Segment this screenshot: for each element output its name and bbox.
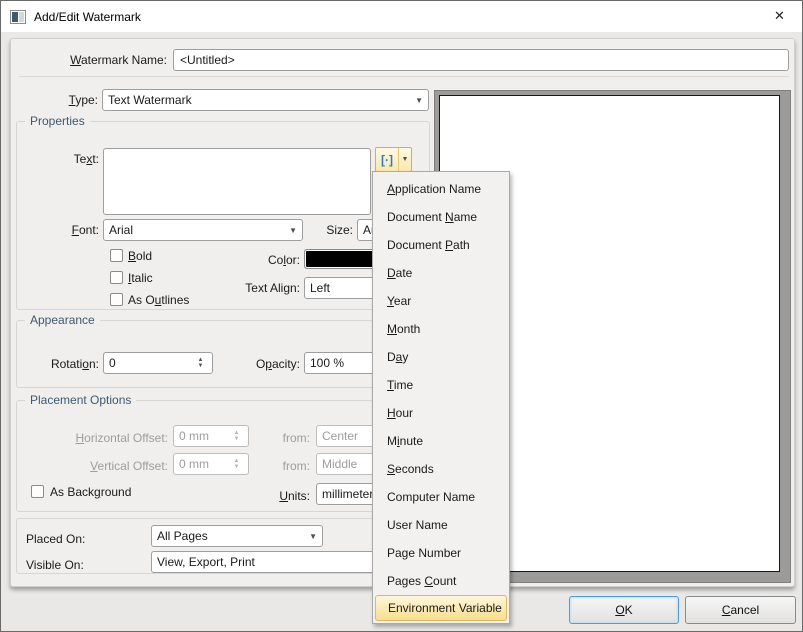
cancel-button[interactable]: Cancel [685,596,796,624]
macro-dropdown-menu: Application Name Document Name Document … [372,171,510,624]
macro-brackets-icon: [·] [381,152,393,167]
close-icon[interactable]: ✕ [757,1,802,31]
opacity-value: 100 % [310,356,345,370]
watermark-name-input[interactable] [173,49,789,71]
font-value: Arial [109,223,134,237]
menu-item-user-name[interactable]: User Name [373,511,509,539]
horizontal-offset-label: Horizontal Offset: [75,431,169,445]
italic-checkbox[interactable] [110,271,123,284]
spinner-arrows: ▲ ▼ [230,430,243,442]
chevron-down-icon: ▼ [289,225,297,235]
menu-item-year[interactable]: Year [373,287,509,315]
chevron-down-icon: ▼ [415,95,423,105]
menu-item-day[interactable]: Day [373,343,509,371]
menu-item-application-name[interactable]: Application Name [373,175,509,203]
title-bar: Add/Edit Watermark ✕ [1,1,802,32]
v-from-label: from: [282,459,310,473]
type-label: Type: [68,93,98,107]
bold-label: Bold [128,249,153,263]
italic-label: Italic [128,271,153,285]
chevron-down-icon: ▼ [401,156,409,163]
rotation-spinner[interactable]: 0 ▲ ▼ [103,352,213,374]
text-align-label: Text Align: [245,281,300,295]
appearance-group: Appearance Rotation: 0 ▲ ▼ Opacity: 100 %… [16,312,430,388]
add-edit-watermark-dialog: Add/Edit Watermark ✕ Watermark Name: Typ… [0,0,803,632]
font-label: Font: [71,223,99,237]
chevron-down-icon: ▼ [309,531,317,541]
menu-item-page-number[interactable]: Page Number [373,539,509,567]
appearance-group-title: Appearance [25,312,100,329]
visible-on-value: View, Export, Print [157,555,255,569]
font-select[interactable]: Arial ▼ [103,219,303,241]
placed-on-select[interactable]: All Pages ▼ [151,525,323,547]
placement-options-group: Placement Options Horizontal Offset: 0 m… [16,392,430,512]
size-label: Size: [326,223,353,237]
vertical-offset-value: 0 mm [179,457,209,471]
header-divider [19,76,789,77]
menu-item-hour[interactable]: Hour [373,399,509,427]
pages-group: Placed On: All Pages ▼ Visible On: View,… [16,518,430,574]
watermark-name-label: Watermark Name: [70,53,167,67]
as-background-checkbox[interactable] [31,485,44,498]
dialog-title: Add/Edit Watermark [34,9,141,24]
menu-item-minute[interactable]: Minute [373,427,509,455]
spinner-arrows: ▲ ▼ [230,458,243,470]
menu-item-environment-variable[interactable]: Environment Variable [375,595,507,621]
placed-on-value: All Pages [157,529,208,543]
app-icon [10,9,26,24]
menu-item-document-path[interactable]: Document Path [373,231,509,259]
spinner-down-icon: ▼ [233,436,240,442]
visible-on-label: Visible On: [26,558,84,572]
menu-item-seconds[interactable]: Seconds [373,455,509,483]
opacity-label: Opacity: [255,357,300,371]
spinner-arrows[interactable]: ▲▼ [194,357,207,369]
color-label: Color: [267,253,300,267]
properties-group: Properties Text: [·] ▼ Font: Arial ▼ Siz… [16,113,431,310]
text-label: Text: [73,152,99,166]
type-select[interactable]: Text Watermark ▼ [102,89,429,111]
menu-item-document-name[interactable]: Document Name [373,203,509,231]
menu-item-month[interactable]: Month [373,315,509,343]
menu-item-computer-name[interactable]: Computer Name [373,483,509,511]
spinner-down-icon: ▼ [197,363,204,369]
type-value: Text Watermark [108,93,192,107]
rotation-value: 0 [109,356,116,370]
h-from-label: from: [282,431,310,445]
menu-item-date[interactable]: Date [373,259,509,287]
rotation-label: Rotation: [50,357,99,371]
ok-button[interactable]: OK [569,596,679,624]
text-input[interactable] [103,148,371,215]
units-label: Units: [279,489,310,503]
properties-group-title: Properties [25,113,90,130]
placement-options-group-title: Placement Options [25,392,137,409]
horizontal-offset-spinner[interactable]: 0 mm ▲ ▼ [173,425,249,447]
as-background-label: As Background [50,485,132,499]
as-outlines-label: As Outlines [128,293,190,307]
placed-on-label: Placed On: [26,532,86,546]
as-outlines-checkbox[interactable] [110,293,123,306]
bold-checkbox[interactable] [110,249,123,262]
vertical-offset-label: Vertical Offset: [90,459,168,473]
menu-item-time[interactable]: Time [373,371,509,399]
vertical-offset-spinner[interactable]: 0 mm ▲ ▼ [173,453,249,475]
horizontal-offset-value: 0 mm [179,429,209,443]
menu-item-pages-count[interactable]: Pages Count [373,567,509,595]
spinner-down-icon: ▼ [233,464,240,470]
insert-macro-button[interactable]: [·] ▼ [375,147,412,172]
